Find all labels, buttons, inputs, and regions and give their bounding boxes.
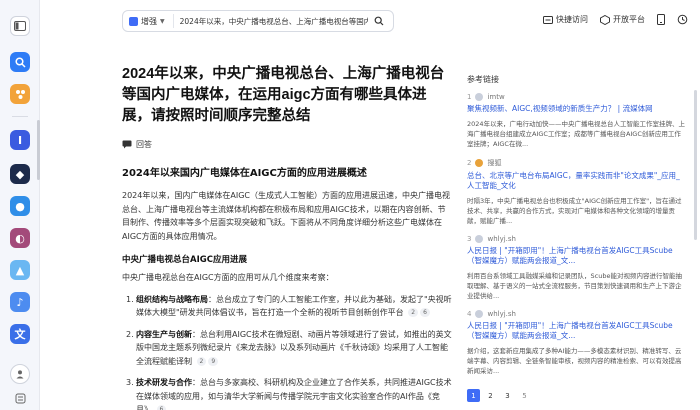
reference-item[interactable]: 3 whlyj.sh 人民日报 | "开箱即用"！上海广播电视台首发AIGC工具… xyxy=(467,234,687,301)
app-image-icon[interactable]: ▲ xyxy=(10,260,30,280)
search-input[interactable]: 2024年以来，中央广播电视总台、上海广播电视台等国内广电媒 xyxy=(174,16,368,27)
reference-source: 3 whlyj.sh xyxy=(467,234,687,243)
answer-icon xyxy=(122,140,132,149)
answer-panel: 2024年以来，中央广播电视总台、上海广播电视台等国内广电媒体，在运用aigc方… xyxy=(122,64,452,410)
list-item-number: 1. xyxy=(126,294,134,304)
references-pagination: 1 2 3 5 xyxy=(467,389,531,402)
citation-badge[interactable]: 6 xyxy=(420,308,430,317)
reference-title-link[interactable]: 人民日报 | "开箱即用"！上海广播电视台首发AIGC工具Scube（智媒魔方）… xyxy=(467,321,687,342)
reference-title-link[interactable]: 人民日报 | "开箱即用"！上海广播电视台首发AIGC工具Scube（智媒魔方）… xyxy=(467,246,687,267)
top-actions: 快捷访问 开放平台 xyxy=(543,14,688,25)
reference-number: 4 xyxy=(467,309,472,318)
source-favicon-icon xyxy=(475,309,484,318)
open-platform-label: 开放平台 xyxy=(613,15,645,24)
search-mode-select[interactable]: 增强 ▼ xyxy=(123,14,174,28)
page-button[interactable]: 2 xyxy=(484,389,497,402)
history-icon xyxy=(677,14,688,25)
answer-list: 1. 组织结构与战略布局：总台成立了专门的人工智能工作室，并以此为基础，发起了"… xyxy=(122,293,452,410)
enhance-icon xyxy=(129,16,138,26)
reference-snippet: 利用百台系领域工具融媒采编和记录团队，Scube能对视频内容进行智能抽取理解、基… xyxy=(467,271,682,300)
references-heading: 参考链接 xyxy=(467,75,499,84)
chevron-down-icon: ▼ xyxy=(160,17,165,25)
reference-source: 1 imtw xyxy=(467,93,687,101)
reference-source-name: imtw xyxy=(487,93,505,101)
answer-label: 回答 xyxy=(136,140,152,149)
sub-intro-paragraph: 中央广播电视总台在AIGC方面的应用可从几个维度来考察： xyxy=(122,273,334,282)
page-button[interactable]: 1 xyxy=(467,389,480,402)
references-scrollbar[interactable] xyxy=(694,90,697,240)
open-platform-button[interactable]: 开放平台 xyxy=(600,14,645,25)
open-platform-icon xyxy=(600,14,610,25)
history-button[interactable] xyxy=(677,14,688,25)
list-item: 2. 内容生产与创新：总台利用AIGC技术在微短剧、动画片等领域进行了尝试，如推… xyxy=(122,328,452,369)
search-bar[interactable]: 增强 ▼ 2024年以来，中央广播电视总台、上海广播电视台等国内广电媒 xyxy=(122,10,394,32)
reference-item[interactable]: 1 imtw 聚焦视频新、AIGC,视频领域的新质生产力？ | 流媒体网 202… xyxy=(467,93,687,149)
list-item: 1. 组织结构与战略布局：总台成立了专门的人工智能工作室，并以此为基础，发起了"… xyxy=(122,293,452,320)
citation-badge[interactable]: 2 xyxy=(408,308,419,317)
reference-snippet: 据介绍，这套新应用集成了多种AI能力——多模态素材识别、精准转写、云端字幕、内容… xyxy=(467,346,682,375)
section-title: 2024年以来国内广电媒体在AIGC方面的应用进展概述 xyxy=(122,168,367,179)
list-item-number: 3. xyxy=(126,378,134,387)
search-icon xyxy=(374,16,384,26)
search-mode-label: 增强 xyxy=(141,16,157,26)
reference-number: 3 xyxy=(467,234,472,243)
reference-item[interactable]: 2 搜狐 总台、北京等广电台布局AIGC，量率实践而非"论文成果"_应用_人工智… xyxy=(467,158,687,226)
source-favicon-icon xyxy=(475,93,484,101)
user-avatar-icon[interactable] xyxy=(10,364,30,384)
source-favicon-icon xyxy=(475,158,484,167)
app-studio-icon[interactable]: ◆ xyxy=(10,164,30,184)
reference-source-name: whlyj.sh xyxy=(487,309,516,318)
citation-badge[interactable]: 6 xyxy=(156,405,167,410)
app-robot-icon[interactable]: ● xyxy=(10,196,30,216)
apps-icon[interactable] xyxy=(10,84,30,104)
left-rail: I ◆ ● ◐ ▲ ♪ 文 xyxy=(0,0,40,410)
quick-access-label: 快捷访问 xyxy=(556,15,588,24)
answer-tag: 回答 xyxy=(122,139,452,150)
reference-title-link[interactable]: 总台、北京等广电台布局AIGC，量率实践而非"论文成果"_应用_人工智能_文化 xyxy=(467,171,687,192)
sidebar-toggle-icon[interactable] xyxy=(10,16,30,36)
app-translate-icon[interactable]: 文 xyxy=(10,324,30,344)
app-writer-icon[interactable]: I xyxy=(10,130,30,150)
app-avatar-icon[interactable]: ◐ xyxy=(10,228,30,248)
page-button[interactable]: 5 xyxy=(518,389,531,402)
list-item: 3. 技术研发与合作：总台与多家高校、科研机构及企业建立了合作关系，共同推进AI… xyxy=(122,376,452,410)
intro-paragraph: 2024年以来，国内广电媒体在AIGC（生成式人工智能）方面的应用进展迅速，中央… xyxy=(122,191,450,241)
reference-source-name: 搜狐 xyxy=(487,158,502,167)
list-item-heading: 组织结构与战略布局 xyxy=(136,294,208,304)
search-app-icon[interactable] xyxy=(10,52,30,72)
search-button[interactable] xyxy=(368,13,390,29)
reference-number: 1 xyxy=(467,93,472,101)
source-favicon-icon xyxy=(475,234,484,243)
app-voice-icon[interactable]: ♪ xyxy=(10,292,30,312)
reference-number: 2 xyxy=(467,158,472,167)
reference-item[interactable]: 4 whlyj.sh 人民日报 | "开箱即用"！上海广播电视台首发AIGC工具… xyxy=(467,309,687,376)
quick-access-icon xyxy=(543,15,553,24)
reference-snippet: 时隔3年，中央广播电视总台也积极成立"AIGC创新应用工作室"，旨在通过技术、共… xyxy=(467,196,682,225)
rail-scrollbar[interactable] xyxy=(37,120,40,180)
references-panel: 参考链接 1 imtw 聚焦视频新、AIGC,视频领域的新质生产力？ | 流媒体… xyxy=(467,74,687,385)
list-item-heading: 内容生产与创新 xyxy=(136,329,192,339)
citation-badge[interactable]: 2 xyxy=(196,356,207,366)
settings-icon[interactable] xyxy=(10,388,30,408)
quick-access-button[interactable]: 快捷访问 xyxy=(543,14,588,25)
page-title: 2024年以来，中央广播电视总台、上海广播电视台等国内广电媒体，在运用aigc方… xyxy=(122,66,445,124)
mobile-icon xyxy=(657,14,665,25)
mobile-button[interactable] xyxy=(657,14,665,25)
reference-source-name: whlyj.sh xyxy=(487,234,516,243)
list-item-number: 2. xyxy=(126,329,134,339)
reference-title-link[interactable]: 聚焦视频新、AIGC,视频领域的新质生产力？ | 流媒体网 xyxy=(467,104,687,115)
reference-snippet: 2024年以来，广电行动加快——中央广播电视总台人工智能工作室挂牌、上海广播电视… xyxy=(467,119,686,148)
subsection-title: 中央广播电视总台AIGC应用进展 xyxy=(122,255,247,265)
reference-source: 4 whlyj.sh xyxy=(467,309,687,318)
list-item-heading: 技术研发与合作 xyxy=(136,378,192,387)
reference-source: 2 搜狐 xyxy=(467,158,687,168)
page-button[interactable]: 3 xyxy=(501,389,514,402)
citation-badge[interactable]: 9 xyxy=(208,356,219,366)
